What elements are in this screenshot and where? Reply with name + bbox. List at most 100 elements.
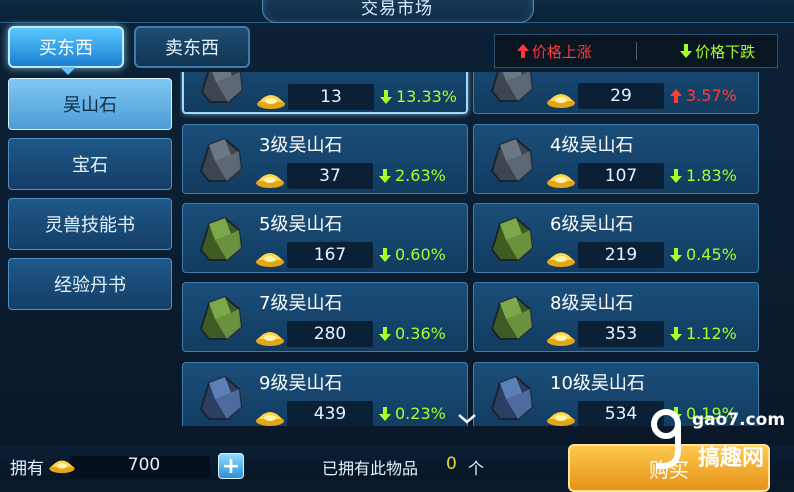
- arrow-down-icon: [670, 169, 682, 183]
- arrow-down-icon: [670, 327, 682, 341]
- item-card[interactable]: 9级吴山石 439 0.23%: [182, 362, 468, 426]
- arrow-down-icon: [379, 407, 391, 421]
- tab-sell-label: 卖东西: [165, 38, 219, 59]
- item-price: 107: [578, 163, 664, 189]
- wushan-stone-icon: [200, 72, 244, 103]
- category-exp-book[interactable]: 经验丹书: [8, 258, 172, 310]
- owned-count: 0: [446, 454, 457, 474]
- item-change-value: 2.63%: [395, 166, 446, 185]
- gold-ingot-icon: [49, 460, 75, 474]
- gold-ingot-icon: [547, 253, 575, 267]
- arrow-down-icon: [379, 169, 391, 183]
- gold-ingot-icon: [547, 94, 575, 108]
- wushan-stone-icon: [490, 295, 534, 340]
- gold-ingot-icon: [547, 332, 575, 346]
- item-change: 3.57%: [670, 83, 737, 109]
- category-label: 灵兽技能书: [45, 215, 135, 236]
- legend-down-label: 价格下跌: [695, 42, 756, 61]
- price-legend: 价格上涨 价格下跌: [494, 34, 778, 68]
- category-label: 宝石: [72, 155, 108, 176]
- gold-ingot-icon: [547, 174, 575, 188]
- arrow-down-icon: [380, 90, 392, 104]
- item-name: 9级吴山石: [259, 373, 343, 394]
- item-card[interactable]: 29 3.57%: [473, 72, 759, 114]
- item-card[interactable]: 5级吴山石 167 0.60%: [182, 203, 468, 273]
- item-change-value: 0.23%: [395, 404, 446, 423]
- wushan-stone-icon: [199, 375, 243, 420]
- item-card[interactable]: 7级吴山石 280 0.36%: [182, 282, 468, 352]
- category-pet-skill-book[interactable]: 灵兽技能书: [8, 198, 172, 250]
- wushan-stone-icon: [490, 72, 534, 102]
- arrow-up-icon: [670, 89, 682, 103]
- category-sidebar: 吴山石 宝石 灵兽技能书 经验丹书: [8, 78, 172, 318]
- category-wushan-stone[interactable]: 吴山石: [8, 78, 172, 130]
- item-card[interactable]: 4级吴山石 107 1.83%: [473, 124, 759, 194]
- item-price: 280: [287, 321, 373, 347]
- item-price: 219: [578, 242, 664, 268]
- item-change-value: 1.12%: [686, 324, 737, 343]
- item-change: 1.83%: [670, 163, 737, 189]
- owned-unit: 个: [468, 459, 485, 478]
- window-title: 交易市场: [361, 0, 433, 19]
- item-change-value: 3.57%: [686, 86, 737, 105]
- item-card[interactable]: 13 13.33%: [182, 72, 468, 114]
- arrow-down-icon: [379, 327, 391, 341]
- gold-ingot-icon: [256, 174, 284, 188]
- wushan-stone-icon: [199, 216, 243, 261]
- wushan-stone-icon: [199, 137, 243, 182]
- item-change-value: 0.36%: [395, 324, 446, 343]
- watermark-url: gao7.com: [692, 410, 786, 430]
- gold-ingot-icon: [547, 412, 575, 426]
- item-change: 1.12%: [670, 321, 737, 347]
- item-change: 13.33%: [380, 84, 457, 110]
- item-name: 5级吴山石: [259, 214, 343, 235]
- wushan-stone-icon: [490, 216, 534, 261]
- item-name: 7级吴山石: [259, 293, 343, 314]
- watermark-text: 搞趣网: [698, 446, 765, 471]
- item-change: 0.60%: [379, 242, 446, 268]
- item-change: 0.45%: [670, 242, 737, 268]
- watermark-logo-icon: [651, 409, 681, 469]
- owned-label: 已拥有此物品: [322, 459, 419, 478]
- own-label: 拥有: [10, 459, 44, 479]
- item-change: 2.63%: [379, 163, 446, 189]
- own-gold-amount: 700: [127, 455, 161, 475]
- tab-sell[interactable]: 卖东西: [134, 26, 250, 68]
- legend-up-label: 价格上涨: [531, 42, 592, 61]
- arrow-down-icon: [670, 248, 682, 262]
- item-name: 6级吴山石: [550, 214, 634, 235]
- legend-up: 价格上涨: [516, 41, 592, 62]
- item-name: 3级吴山石: [259, 135, 343, 156]
- item-card[interactable]: 8级吴山石 353 1.12%: [473, 282, 759, 352]
- add-currency-button[interactable]: +: [218, 453, 244, 479]
- item-price: 439: [287, 401, 373, 426]
- gold-ingot-icon: [256, 332, 284, 346]
- item-name: 10级吴山石: [550, 373, 645, 394]
- item-card[interactable]: 3级吴山石 37 2.63%: [182, 124, 468, 194]
- item-name: 4级吴山石: [550, 135, 634, 156]
- item-price: 29: [578, 83, 664, 109]
- item-change-value: 0.45%: [686, 245, 737, 264]
- item-price: 13: [288, 84, 374, 110]
- item-change-value: 13.33%: [396, 87, 458, 106]
- tab-buy[interactable]: 买东西: [8, 26, 124, 75]
- gold-ingot-icon: [257, 95, 285, 109]
- item-name: 8级吴山石: [550, 293, 634, 314]
- item-change: 0.36%: [379, 321, 446, 347]
- item-card[interactable]: 6级吴山石 219 0.45%: [473, 203, 759, 273]
- category-gem[interactable]: 宝石: [8, 138, 172, 190]
- item-change-value: 1.83%: [686, 166, 737, 185]
- item-price: 37: [287, 163, 373, 189]
- arrow-down-icon: [680, 44, 693, 58]
- item-price: 353: [578, 321, 664, 347]
- gold-ingot-icon: [256, 253, 284, 267]
- item-price: 167: [287, 242, 373, 268]
- tab-buy-label: 买东西: [39, 38, 93, 59]
- category-label: 经验丹书: [54, 275, 126, 296]
- gold-ingot-icon: [256, 412, 284, 426]
- arrow-up-icon: [516, 44, 529, 58]
- arrow-down-icon: [379, 248, 391, 262]
- category-label: 吴山石: [63, 95, 117, 116]
- legend-down: 价格下跌: [680, 41, 755, 62]
- scroll-down-chevron-icon[interactable]: [458, 414, 476, 424]
